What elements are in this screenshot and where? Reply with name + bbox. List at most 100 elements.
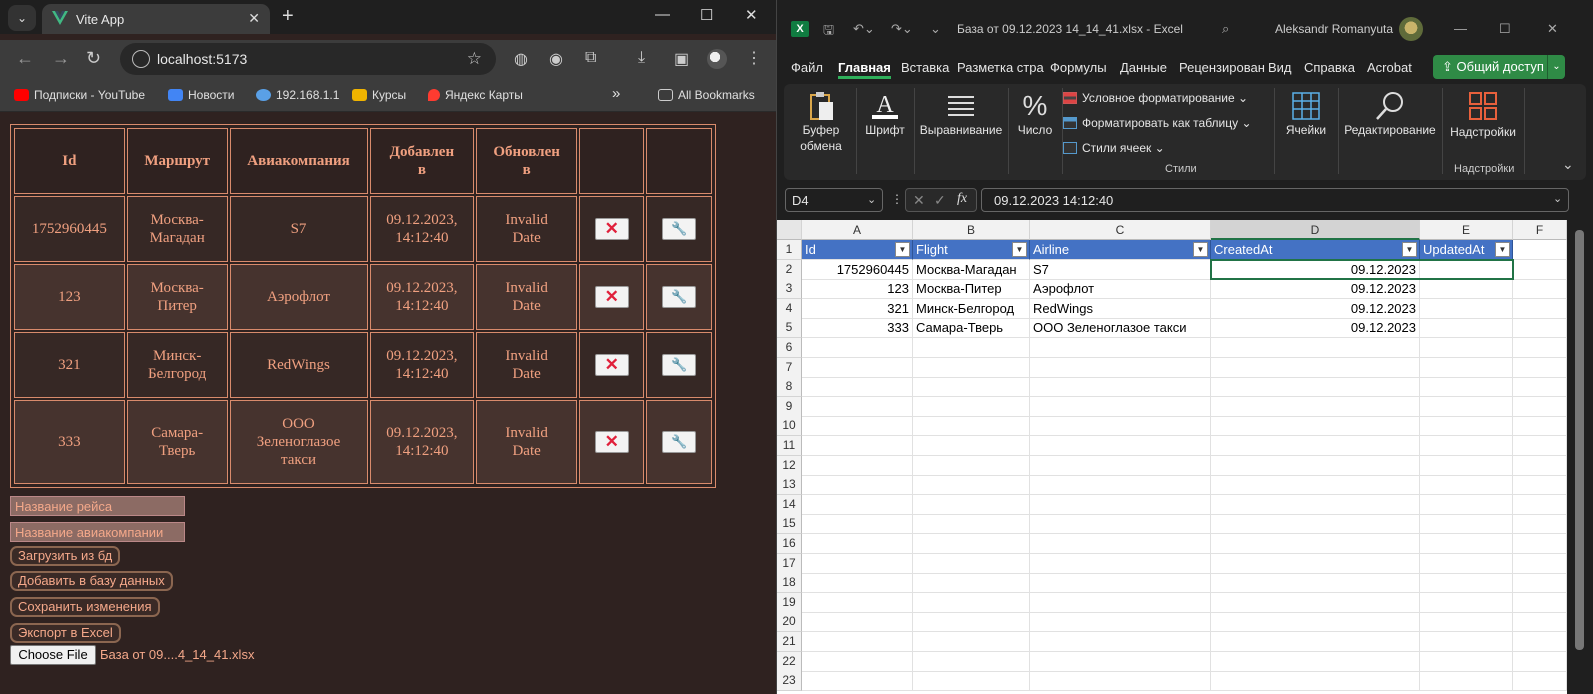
clipboard-group[interactable]: Буфер обмена — [790, 84, 852, 180]
bookmark-star-icon[interactable]: ☆ — [467, 49, 482, 69]
column-header-f[interactable]: F — [1513, 220, 1567, 240]
grid-cell[interactable] — [1211, 632, 1420, 652]
column-header-b[interactable]: B — [913, 220, 1030, 240]
grid-cell[interactable] — [1211, 671, 1420, 692]
grid-cell[interactable] — [1513, 534, 1567, 554]
grid-cell[interactable] — [913, 475, 1030, 496]
grid-cell[interactable] — [1420, 338, 1513, 358]
menu-help[interactable]: Справка — [1304, 60, 1355, 75]
bookmark-youtube[interactable]: Подписки - YouTube — [14, 88, 145, 102]
all-bookmarks[interactable]: All Bookmarks — [658, 88, 755, 102]
grid-cell[interactable]: 333 — [802, 318, 913, 339]
grid-cell[interactable] — [1513, 651, 1567, 672]
grid-cell[interactable]: Москва-Питер — [913, 279, 1030, 300]
bookmark-courses[interactable]: Курсы — [352, 88, 406, 102]
grid-cell[interactable] — [1030, 632, 1211, 652]
load-from-db-button[interactable]: Загрузить из бд — [10, 546, 121, 566]
grid-cell[interactable] — [1513, 377, 1567, 398]
delete-button[interactable]: ✕ — [594, 431, 629, 453]
grid-cell[interactable] — [1513, 259, 1567, 280]
grid-cell[interactable] — [913, 416, 1030, 437]
grid-cell[interactable] — [1030, 514, 1211, 535]
expand-formula-icon[interactable]: ⌄ — [1553, 192, 1562, 205]
row-header[interactable]: 19 — [777, 592, 802, 613]
grid-cell[interactable] — [1030, 436, 1211, 456]
grid-cell[interactable]: Самара-Тверь — [913, 318, 1030, 339]
minimize-icon[interactable]: — — [1454, 21, 1467, 36]
grid-cell[interactable] — [1513, 514, 1567, 535]
grid-cell[interactable]: RedWings — [1030, 298, 1211, 319]
row-header[interactable]: 5 — [777, 318, 802, 339]
delete-button[interactable]: ✕ — [594, 218, 629, 240]
table-header-cell[interactable]: UpdatedAt ▼ — [1420, 240, 1513, 260]
grid-cell[interactable] — [1030, 377, 1211, 398]
formula-input[interactable]: 09.12.2023 14:12:40 — [981, 188, 1569, 212]
share-button[interactable]: ⇪ Общий доступ — [1433, 55, 1564, 79]
grid-cell[interactable] — [913, 592, 1030, 613]
grid-cell[interactable] — [1420, 396, 1513, 417]
grid-cell[interactable] — [802, 357, 913, 378]
grid-cell[interactable] — [1420, 514, 1513, 535]
grid-cell[interactable] — [1030, 651, 1211, 672]
address-bar[interactable]: localhost:5173 ☆ — [120, 43, 496, 75]
confirm-formula-icon[interactable]: ✓ — [934, 192, 946, 209]
row-header[interactable]: 21 — [777, 632, 802, 652]
grid-cell[interactable] — [1211, 377, 1420, 398]
save-icon[interactable]: 🖫 — [823, 21, 834, 43]
grid-cell[interactable] — [802, 553, 913, 574]
save-changes-button[interactable]: Сохранить изменения — [10, 597, 160, 617]
close-window-icon[interactable]: ✕ — [1547, 21, 1558, 37]
grid-cell[interactable] — [1420, 357, 1513, 378]
menu-acrobat[interactable]: Acrobat — [1367, 60, 1412, 75]
spreadsheet-grid[interactable]: A B C D E F 1 Id ▼ Flight ▼ Airline ▼ CreatedAt… — [777, 220, 1567, 694]
maximize-icon[interactable]: ☐ — [1499, 21, 1511, 37]
delete-button[interactable]: ✕ — [594, 286, 629, 308]
grid-cell[interactable]: 123 — [802, 279, 913, 300]
grid-cell[interactable]: ООО Зеленоглазое такси — [1030, 318, 1211, 339]
menu-page-layout[interactable]: Разметка стра — [957, 60, 1044, 75]
formula-more-icon[interactable]: ⋮ — [891, 192, 903, 206]
excel-search-icon[interactable]: ⌕ — [1222, 21, 1229, 37]
row-header[interactable]: 11 — [777, 436, 802, 456]
grid-cell[interactable] — [1030, 416, 1211, 437]
more-bookmarks-icon[interactable]: » — [612, 85, 620, 102]
column-header-e[interactable]: E — [1420, 220, 1513, 240]
customize-qat-icon[interactable]: ⌄ — [930, 21, 941, 37]
grid-cell[interactable] — [1513, 396, 1567, 417]
grid-cell[interactable] — [1513, 318, 1567, 339]
row-header[interactable]: 2 — [777, 259, 802, 280]
row-header[interactable]: 7 — [777, 357, 802, 378]
grid-cell[interactable] — [1420, 416, 1513, 437]
grid-cell[interactable] — [1211, 475, 1420, 496]
grid-cell[interactable] — [1420, 279, 1513, 300]
add-to-db-button[interactable]: Добавить в базу данных — [10, 571, 173, 591]
table-header-cell[interactable]: Id ▼ — [802, 240, 913, 260]
close-window-icon[interactable]: ✕ — [745, 6, 758, 24]
airline-name-input[interactable]: Название авиакомпании — [10, 522, 185, 542]
grid-cell[interactable] — [1030, 671, 1211, 692]
grid-cell[interactable] — [913, 396, 1030, 417]
grid-cell[interactable] — [1211, 338, 1420, 358]
font-group[interactable]: A Шрифт — [860, 84, 910, 180]
grid-cell[interactable]: 09.12.2023 — [1211, 279, 1420, 300]
grid-cell[interactable] — [1030, 592, 1211, 613]
grid-cell[interactable] — [1513, 475, 1567, 496]
excel-user-avatar[interactable] — [1399, 17, 1423, 41]
grid-cell[interactable] — [1420, 534, 1513, 554]
grid-cell[interactable] — [1420, 651, 1513, 672]
grid-cell[interactable] — [1513, 612, 1567, 633]
grid-cell[interactable] — [1420, 494, 1513, 515]
grid-cell[interactable] — [913, 612, 1030, 633]
grid-cell[interactable] — [913, 338, 1030, 358]
flight-name-input[interactable]: Название рейса — [10, 496, 185, 516]
grid-cell[interactable] — [802, 494, 913, 515]
grid-cell[interactable] — [1513, 573, 1567, 594]
menu-file[interactable]: Файл — [791, 60, 823, 75]
grid-cell[interactable] — [1420, 592, 1513, 613]
menu-view[interactable]: Вид — [1268, 60, 1292, 75]
filter-dropdown-icon[interactable]: ▼ — [1193, 242, 1208, 257]
grid-cell[interactable] — [1513, 632, 1567, 652]
grid-cell[interactable] — [1211, 514, 1420, 535]
row-header[interactable]: 18 — [777, 573, 802, 594]
grid-cell[interactable] — [802, 396, 913, 417]
